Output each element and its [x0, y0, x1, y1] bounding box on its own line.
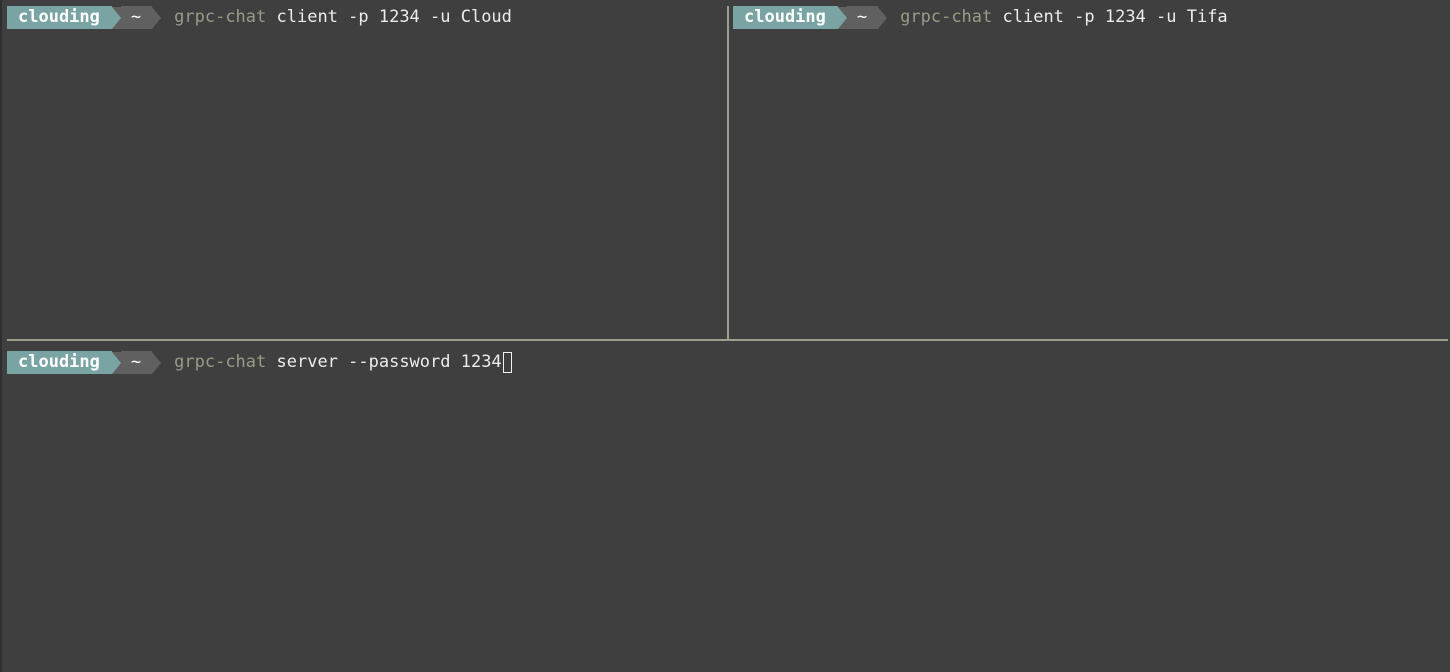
powerline-arrow-icon — [878, 6, 888, 29]
prompt-dir-segment: ~ — [120, 351, 153, 374]
prompt-line: clouding ~ grpc-chat server --password 123… — [7, 351, 1450, 374]
window-edge — [0, 0, 2, 672]
prompt-user-segment: clouding — [7, 6, 112, 29]
powerline-arrow-icon — [837, 6, 847, 29]
pane-top-left[interactable]: clouding ~ grpc-chat client -p 1234 -u Clo… — [7, 6, 726, 338]
command-input[interactable]: server --password 1234 — [266, 351, 502, 374]
command-name: grpc-chat — [900, 7, 993, 27]
prompt-user-segment: clouding — [733, 6, 838, 29]
text-cursor — [502, 352, 512, 373]
prompt-user-segment: clouding — [7, 351, 112, 374]
command-name: grpc-chat — [174, 352, 267, 372]
prompt-dir-segment: ~ — [120, 6, 153, 29]
prompt-line: clouding ~ grpc-chat client -p 1234 -u Clo… — [7, 6, 726, 29]
powerline-arrow-icon — [152, 351, 162, 374]
powerline-arrow-icon — [152, 6, 162, 29]
powerline-arrow-icon — [111, 6, 121, 29]
prompt-line: clouding ~ grpc-chat client -p 1234 -u Tif… — [733, 6, 1450, 29]
command-name: grpc-chat — [174, 7, 267, 27]
pane-top-right[interactable]: clouding ~ grpc-chat client -p 1234 -u Tif… — [733, 6, 1450, 338]
pane-divider-horizontal[interactable] — [7, 339, 1448, 341]
pane-divider-vertical[interactable] — [727, 6, 729, 339]
command-args: client -p 1234 -u Tifa — [992, 7, 1228, 27]
terminal-window: clouding ~ grpc-chat client -p 1234 -u Clo… — [0, 0, 1450, 672]
prompt-dir-segment: ~ — [846, 6, 879, 29]
powerline-arrow-icon — [111, 351, 121, 374]
command-args: client -p 1234 -u Cloud — [266, 7, 512, 27]
pane-bottom[interactable]: clouding ~ grpc-chat server --password 123… — [7, 351, 1450, 672]
